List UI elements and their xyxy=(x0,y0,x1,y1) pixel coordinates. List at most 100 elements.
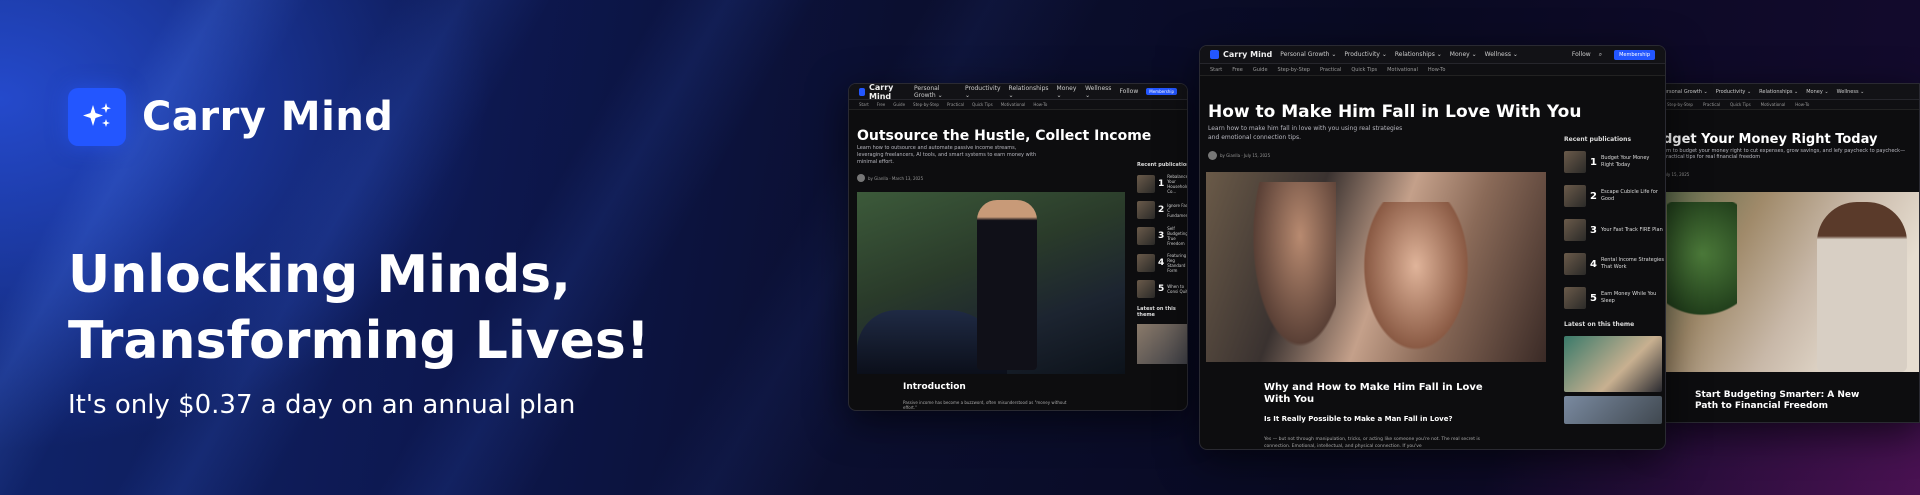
site-nav: Personal Growth ⌄ Productivity ⌄ Relatio… xyxy=(1657,84,1919,100)
avatar xyxy=(1208,151,1217,160)
article-hero-image xyxy=(857,192,1125,374)
body-text: Passive income has become a buzzword, of… xyxy=(903,400,1067,410)
subnav-practical[interactable]: Practical xyxy=(1320,67,1341,73)
article-hero-image xyxy=(1657,192,1919,372)
article-title: Outsource the Hustle, Collect Income xyxy=(857,128,1152,144)
nav-personal-growth[interactable]: Personal Growth ⌄ xyxy=(1280,51,1336,58)
article-excerpt: arn to budget your money right to cut ex… xyxy=(1663,148,1906,160)
headline-line1: Unlocking Minds, xyxy=(68,245,571,305)
subnav-guide[interactable]: Guide xyxy=(1253,67,1268,73)
nav-personal-growth[interactable]: Personal Growth ⌄ xyxy=(1661,89,1708,95)
nav-money[interactable]: Money ⌄ xyxy=(1806,89,1828,95)
screenshot-article-love: Carry Mind Personal Growth ⌄ Productivit… xyxy=(1199,45,1666,450)
subnav-start[interactable]: Start xyxy=(859,102,869,107)
latest-thumb[interactable] xyxy=(1564,336,1662,392)
pricing-subline: It's only $0.37 a day on an annual plan xyxy=(68,390,576,420)
nav-productivity[interactable]: Productivity ⌄ xyxy=(1716,89,1751,95)
site-brand-name: Carry Mind xyxy=(869,83,894,101)
article-author: by Gianlla · March 13, 2025 xyxy=(857,174,923,182)
subnav-step-by-step[interactable]: Step-by-Step xyxy=(1667,102,1693,107)
screenshot-article-budget: Personal Growth ⌄ Productivity ⌄ Relatio… xyxy=(1656,83,1920,423)
recent-item[interactable]: 4 Featuring Reg Standard Form xyxy=(1137,253,1187,273)
recent-item[interactable]: 5 Earn Money While You Sleep xyxy=(1564,287,1664,309)
membership-button[interactable]: Membership xyxy=(1146,88,1177,95)
recent-item[interactable]: 2 Escape Cubicle Life for Good xyxy=(1564,185,1664,207)
person-shape xyxy=(977,200,1037,370)
screenshot-article-outsource: Carry Mind Personal Growth ⌄ Productivit… xyxy=(848,83,1188,411)
recent-item[interactable]: 2Ignore Fads, C Fundamentals xyxy=(1137,201,1187,219)
subnav-guide[interactable]: Guide xyxy=(893,102,905,107)
search-icon[interactable]: ⌕ xyxy=(1599,51,1602,59)
sidebar: Recent publications 1 Rebalance Your Hous… xyxy=(1137,162,1187,364)
author-line: by Gianlla · July 15, 2025 xyxy=(1220,153,1271,158)
recent-item[interactable]: 1 Budget Your Money Right Today xyxy=(1564,151,1664,173)
site-nav: Carry Mind Personal Growth ⌄ Productivit… xyxy=(849,83,1187,101)
person-shape xyxy=(1246,182,1336,362)
subnav-step-by-step[interactable]: Step-by-Step xyxy=(1278,67,1310,73)
subnav-how-to[interactable]: How-To xyxy=(1795,102,1809,107)
subnav-how-to[interactable]: How-To xyxy=(1033,102,1047,107)
plant-shape xyxy=(1667,202,1737,332)
site-logo[interactable]: Carry Mind xyxy=(859,83,906,101)
subnav-step-by-step[interactable]: Step-by-Step xyxy=(913,102,939,107)
nav-money[interactable]: Money ⌄ xyxy=(1450,51,1477,58)
nav-money[interactable]: Money ⌄ xyxy=(1057,85,1078,99)
site-logo[interactable]: Carry Mind xyxy=(1210,50,1272,59)
site-brand-name: Carry Mind xyxy=(1223,50,1273,59)
headline: Unlocking Minds, Transforming Lives! xyxy=(68,242,708,374)
person-shape xyxy=(1817,202,1907,372)
avatar xyxy=(857,174,865,182)
sidebar: Recent publications 1 Budget Your Money R… xyxy=(1564,136,1664,424)
category-subnav: Start Free Guide Step-by-Step Practical … xyxy=(1200,64,1665,76)
brand-name: Carry Mind xyxy=(142,94,394,140)
article-title: How to Make Him Fall in Love With You xyxy=(1208,102,1582,122)
section-heading: Start Budgeting Smarter: A New Path to F… xyxy=(1695,390,1860,411)
nav-wellness[interactable]: Wellness ⌄ xyxy=(1485,51,1518,58)
subnav-free[interactable]: Free xyxy=(1232,67,1243,73)
subnav-quick-tips[interactable]: Quick Tips xyxy=(1351,67,1377,73)
latest-thumb[interactable] xyxy=(1137,324,1187,364)
subnav-motivational[interactable]: Motivational xyxy=(1761,102,1786,107)
recent-item[interactable]: 4 Rental Income Strategies That Work xyxy=(1564,253,1664,275)
article-excerpt: Learn how to outsource and automate pass… xyxy=(857,145,1037,165)
article-title: dget Your Money Right Today xyxy=(1663,132,1878,147)
article-hero-image xyxy=(1206,172,1546,362)
latest-thumb[interactable] xyxy=(1564,396,1662,424)
person-shape xyxy=(1356,202,1476,362)
article-date: July 15, 2025 xyxy=(1663,172,1690,177)
recent-item[interactable]: 3 Self Budgeting True Freedom xyxy=(1137,226,1187,246)
nav-relationships[interactable]: Relationships ⌄ xyxy=(1395,51,1442,58)
subnav-start[interactable]: Start xyxy=(1210,67,1222,73)
logo[interactable]: Carry Mind xyxy=(68,88,393,146)
subnav-motivational[interactable]: Motivational xyxy=(1001,102,1026,107)
subnav-practical[interactable]: Practical xyxy=(1703,102,1720,107)
latest-heading: Latest on this theme xyxy=(1137,306,1176,318)
subnav-quick-tips[interactable]: Quick Tips xyxy=(1730,102,1751,107)
body-text: Yes — but not through manipulation, tric… xyxy=(1264,437,1480,449)
recent-item[interactable]: 3 Your Fast Track FIRE Plan xyxy=(1564,219,1664,241)
site-nav: Carry Mind Personal Growth ⌄ Productivit… xyxy=(1200,46,1665,64)
nav-wellness[interactable]: Wellness ⌄ xyxy=(1085,85,1111,99)
nav-personal-growth[interactable]: Personal Growth ⌄ xyxy=(914,85,957,99)
follow-link[interactable]: Follow xyxy=(1572,51,1591,58)
sparkle-icon xyxy=(68,88,126,146)
nav-relationships[interactable]: Relationships ⌄ xyxy=(1759,89,1798,95)
sparkle-icon xyxy=(1210,50,1219,59)
nav-relationships[interactable]: Relationships ⌄ xyxy=(1009,85,1049,99)
headline-line2: Transforming Lives! xyxy=(68,311,650,371)
category-subnav: Step-by-Step Practical Quick Tips Motiva… xyxy=(1657,100,1919,110)
recent-item[interactable]: 5 When to Consi Quit? xyxy=(1137,280,1187,298)
subnav-motivational[interactable]: Motivational xyxy=(1387,67,1418,73)
recent-item[interactable]: 1 Rebalance Your Household Co... xyxy=(1137,174,1187,194)
membership-button[interactable]: Membership xyxy=(1614,49,1655,60)
article-author: by Gianlla · July 15, 2025 xyxy=(1208,151,1270,160)
subnav-how-to[interactable]: How-To xyxy=(1428,67,1446,73)
subnav-quick-tips[interactable]: Quick Tips xyxy=(972,102,993,107)
subnav-practical[interactable]: Practical xyxy=(947,102,964,107)
nav-productivity[interactable]: Productivity ⌄ xyxy=(1344,51,1387,58)
nav-wellness[interactable]: Wellness ⌄ xyxy=(1837,89,1865,95)
follow-link[interactable]: Follow xyxy=(1119,88,1138,95)
subnav-free[interactable]: Free xyxy=(877,102,886,107)
promo-banner: Carry Mind Unlocking Minds, Transforming… xyxy=(0,0,1920,495)
nav-productivity[interactable]: Productivity ⌄ xyxy=(965,85,1001,99)
